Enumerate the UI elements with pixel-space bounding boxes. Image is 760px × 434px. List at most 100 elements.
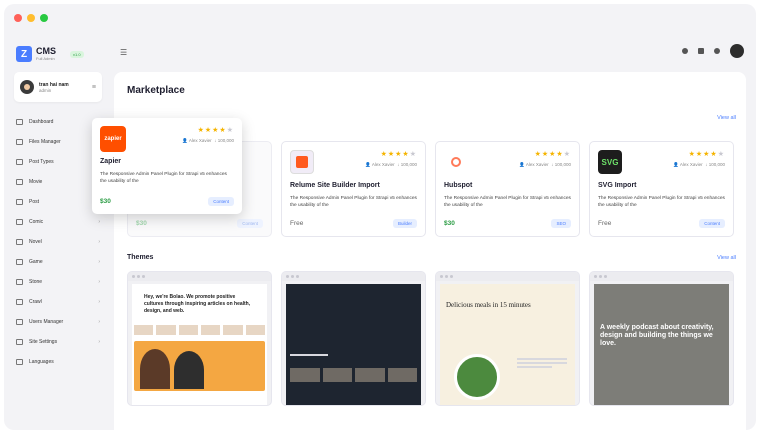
plugin-downloads: 100,000 bbox=[217, 138, 234, 143]
plugin-price: $30 bbox=[100, 198, 111, 205]
nav-item-icon bbox=[16, 299, 23, 305]
download-icon: ↓ bbox=[397, 162, 400, 167]
menu-toggle-icon[interactable]: ☰ bbox=[120, 48, 127, 57]
plugin-description: The Responsive Admin Panel Plugin for St… bbox=[598, 196, 725, 208]
nav-item-icon bbox=[16, 119, 23, 125]
plugin-tag[interactable]: Builder bbox=[392, 219, 417, 228]
plugin-card[interactable]: ★★★★★ 👤 Alex Xavier ↓ 100,000 Hubspot The R… bbox=[435, 141, 580, 237]
theme-preview bbox=[286, 284, 421, 405]
topbar: ☰ bbox=[108, 34, 756, 70]
theme-browser-bar bbox=[128, 272, 271, 281]
sidebar-item-comic[interactable]: Comic › bbox=[16, 212, 100, 232]
chevron-right-icon: › bbox=[98, 319, 100, 325]
nav-item-icon bbox=[16, 279, 23, 285]
nav-item-icon bbox=[16, 239, 23, 245]
sidebar-item-label: Movie bbox=[29, 179, 43, 185]
plugin-logo-icon: SVG bbox=[598, 150, 622, 174]
themes-section-title: Themes bbox=[127, 254, 154, 261]
theme-toggle-icon[interactable] bbox=[714, 48, 720, 54]
sidebar-item-label: Crawl bbox=[29, 299, 42, 305]
plugins-view-all-link[interactable]: View all bbox=[717, 115, 736, 121]
chevron-right-icon: › bbox=[98, 219, 100, 225]
theme-card[interactable]: Delicious meals in 15 minutes bbox=[435, 271, 580, 406]
user-menu-icon[interactable]: ≡ bbox=[92, 84, 96, 91]
plugin-logo-icon bbox=[444, 150, 468, 174]
zapier-logo-icon: zapier bbox=[100, 126, 126, 152]
user-card[interactable]: tran hai nam admin ≡ bbox=[14, 72, 102, 102]
plugin-downloads: 100,000 bbox=[708, 162, 725, 167]
sidebar-item-languages[interactable]: Languages bbox=[16, 352, 100, 372]
plugin-meta: 👤 Alex Xavier ↓ 100,000 bbox=[519, 162, 571, 168]
nav-item-icon bbox=[16, 319, 23, 325]
sidebar-item-stone[interactable]: Stone › bbox=[16, 272, 100, 292]
plugin-author: Alex Xavier bbox=[188, 138, 212, 143]
plugin-name: SVG Import bbox=[598, 182, 637, 189]
plugin-logo-icon bbox=[290, 150, 314, 174]
plugin-author: Alex Xavier bbox=[525, 162, 549, 167]
settings-icon[interactable] bbox=[682, 48, 688, 54]
theme-browser-bar bbox=[590, 272, 733, 281]
plugin-card[interactable]: SVG ★★★★★ 👤 Alex Xavier ↓ 100,000 SVG Impor… bbox=[589, 141, 734, 237]
theme-preview: Delicious meals in 15 minutes bbox=[440, 284, 575, 405]
sidebar-item-dashboard[interactable]: Dashboard bbox=[16, 112, 100, 132]
plugin-price: $30 bbox=[136, 220, 147, 227]
plugin-card-hover[interactable]: zapier ★★★★★ 👤 Alex Xavier ↓ 100,000 Zap… bbox=[92, 118, 242, 214]
rating-stars: ★★★★★ bbox=[688, 151, 725, 158]
author-icon: 👤 bbox=[182, 138, 188, 143]
sidebar-item-label: Users Manager bbox=[29, 319, 64, 325]
plugin-meta: 👤 Alex Xavier ↓ 100,000 bbox=[673, 162, 725, 168]
theme-browser-bar bbox=[282, 272, 425, 281]
plugin-meta: 👤 Alex Xavier ↓ 100,000 bbox=[182, 138, 234, 144]
sidebar-item-label: Post Types bbox=[29, 159, 54, 165]
logo-text: SVG bbox=[601, 157, 619, 167]
sidebar-nav: DashboardFiles ManagerPost Types›Movie›P… bbox=[16, 112, 100, 372]
author-icon: 👤 bbox=[365, 162, 371, 167]
plugin-tag[interactable]: Content bbox=[208, 197, 234, 206]
theme-card[interactable]: Hey, we're Bolao. We promote positive cu… bbox=[127, 271, 272, 406]
themes-view-all-link[interactable]: View all bbox=[717, 255, 736, 261]
sidebar-item-site-settings[interactable]: Site Settings › bbox=[16, 332, 100, 352]
sidebar-item-game[interactable]: Game › bbox=[16, 252, 100, 272]
sidebar-item-post-types[interactable]: Post Types› bbox=[16, 152, 100, 172]
sidebar-item-label: Files Manager bbox=[29, 139, 61, 145]
app-logo[interactable]: Z CMS Full Admin v1.0 bbox=[16, 46, 84, 62]
sidebar-item-label: Comic bbox=[29, 219, 44, 225]
chevron-right-icon: › bbox=[98, 299, 100, 305]
nav-item-icon bbox=[16, 139, 23, 145]
user-role: admin bbox=[39, 87, 52, 93]
sidebar-item-novel[interactable]: Novel › bbox=[16, 232, 100, 252]
grid-icon[interactable] bbox=[698, 48, 704, 54]
sidebar-item-post[interactable]: Post› bbox=[16, 192, 100, 212]
theme-card[interactable]: A weekly podcast about creativity, desig… bbox=[589, 271, 734, 406]
window-controls bbox=[14, 14, 48, 22]
theme-card[interactable] bbox=[281, 271, 426, 406]
logo-icon: Z bbox=[16, 46, 32, 62]
user-name: tran hai nam bbox=[39, 81, 69, 88]
version-badge: v1.0 bbox=[70, 50, 84, 58]
close-window-button[interactable] bbox=[14, 14, 22, 22]
sidebar-item-movie[interactable]: Movie› bbox=[16, 172, 100, 192]
rating-stars: ★★★★★ bbox=[380, 151, 417, 158]
logo-subtitle: Full Admin bbox=[36, 56, 55, 61]
plugin-description: The Responsive Admin Panel Plugin for St… bbox=[100, 172, 227, 184]
topbar-avatar[interactable] bbox=[730, 44, 744, 58]
theme-browser-bar bbox=[436, 272, 579, 281]
plugin-tag[interactable]: Content bbox=[699, 219, 725, 228]
maximize-window-button[interactable] bbox=[40, 14, 48, 22]
nav-item-icon bbox=[16, 259, 23, 265]
plugin-card[interactable]: ★★★★★ 👤 Alex Xavier ↓ 100,000 Relume Site … bbox=[281, 141, 426, 237]
theme-preview: A weekly podcast about creativity, desig… bbox=[594, 284, 729, 405]
sidebar: Z CMS Full Admin v1.0 tran hai nam admin… bbox=[4, 34, 108, 430]
sidebar-item-crawl[interactable]: Crawl › bbox=[16, 292, 100, 312]
minimize-window-button[interactable] bbox=[27, 14, 35, 22]
plugin-tag[interactable]: SEO bbox=[551, 219, 571, 228]
nav-item-icon bbox=[16, 179, 23, 185]
sidebar-item-users-manager[interactable]: Users Manager › bbox=[16, 312, 100, 332]
plugin-description: The Responsive Admin Panel Plugin for St… bbox=[444, 196, 571, 208]
logo-text: CMS bbox=[36, 46, 56, 56]
download-icon: ↓ bbox=[705, 162, 708, 167]
plugin-price: Free bbox=[290, 220, 304, 227]
sidebar-item-label: Novel bbox=[29, 239, 42, 245]
author-icon: 👤 bbox=[519, 162, 525, 167]
sidebar-item-files-manager[interactable]: Files Manager bbox=[16, 132, 100, 152]
